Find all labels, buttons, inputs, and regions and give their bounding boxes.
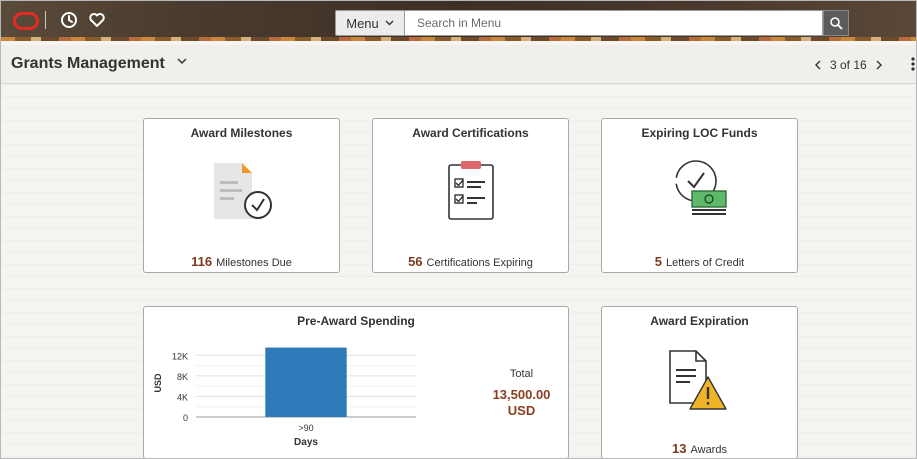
award-expiration-tile[interactable]: Award Expiration 13 Awards <box>601 306 798 458</box>
expiration-count: 13 <box>672 441 687 456</box>
expiring-loc-funds-tile[interactable]: Expiring LOC Funds 5 Letters of Credit <box>601 118 798 273</box>
tile-title: Award Certifications <box>412 126 529 140</box>
y-tick-label: 12K <box>172 351 188 361</box>
clock-money-icon <box>675 160 727 215</box>
tile-title: Expiring LOC Funds <box>641 126 758 140</box>
oracle-logo[interactable] <box>13 12 39 30</box>
expiration-caption: Awards <box>690 444 727 456</box>
tile-title: Award Expiration <box>650 314 749 328</box>
total-label: Total <box>509 368 534 380</box>
milestones-caption: Milestones Due <box>216 257 292 269</box>
next-page-icon[interactable] <box>876 60 883 70</box>
chevron-down-icon <box>385 20 394 26</box>
y-tick-label: 4K <box>177 392 188 402</box>
page-title[interactable]: Grants Management <box>11 55 165 73</box>
search-button[interactable] <box>823 10 849 36</box>
bar <box>265 347 347 417</box>
more-actions-icon[interactable] <box>911 56 915 72</box>
y-axis-label: USD <box>153 373 163 393</box>
loc-count: 5 <box>654 254 662 269</box>
pre-award-spending-chart: 0 4K 8K 12K >90 Days USD <box>153 347 416 448</box>
menu-button-label: Menu <box>346 15 379 31</box>
pre-award-spending-tile[interactable]: Pre-Award Spending 0 4K 8K 12K >90 Days USD To… <box>143 306 569 458</box>
favorites-heart-icon[interactable] <box>87 10 107 30</box>
menu-button[interactable]: Menu <box>335 10 405 36</box>
banner-decoration <box>1 37 916 41</box>
top-banner: Menu <box>1 1 916 41</box>
pager-text: 3 of 16 <box>830 58 867 72</box>
milestones-count: 116 <box>191 254 213 269</box>
clipboard-checklist-icon <box>448 161 494 220</box>
tile-footer: 13 Awards <box>602 441 797 456</box>
total-value: 13,500.00 USD <box>474 387 569 419</box>
x-tick-label: >90 <box>298 423 313 433</box>
recent-history-icon[interactable] <box>59 10 79 30</box>
award-milestones-tile[interactable]: Award Milestones 116 Milestones Due <box>143 118 340 273</box>
certifications-count: 56 <box>408 254 423 269</box>
milestones-document-clock-icon <box>214 163 272 219</box>
tile-footer: 5 Letters of Credit <box>602 254 797 269</box>
total-amount: 13,500.00 <box>492 387 551 402</box>
document-warning-icon <box>669 350 727 410</box>
certifications-caption: Certifications Expiring <box>426 257 533 269</box>
previous-page-icon[interactable] <box>814 60 821 70</box>
banner-divider <box>45 11 46 29</box>
total-unit: USD <box>507 403 536 418</box>
y-tick-label: 8K <box>177 372 188 382</box>
loc-caption: Letters of Credit <box>665 257 745 269</box>
app-frame: Menu Grants Management 3 of 16 Award Mil… <box>0 0 917 459</box>
menu-search-input[interactable] <box>405 10 823 36</box>
title-bar: Grants Management 3 of 16 <box>1 45 916 84</box>
tile-footer: 56 Certifications Expiring <box>373 254 568 269</box>
pager: 3 of 16 <box>814 58 883 72</box>
tile-title: Award Milestones <box>190 126 293 140</box>
award-certifications-tile[interactable]: Award Certifications 56 Certifications Ex… <box>372 118 569 273</box>
x-axis-label: Days <box>294 437 318 448</box>
y-tick-label: 0 <box>183 413 188 423</box>
search-icon <box>830 17 843 30</box>
title-chevron-down-icon[interactable] <box>177 58 187 65</box>
tile-footer: 116 Milestones Due <box>144 254 339 269</box>
